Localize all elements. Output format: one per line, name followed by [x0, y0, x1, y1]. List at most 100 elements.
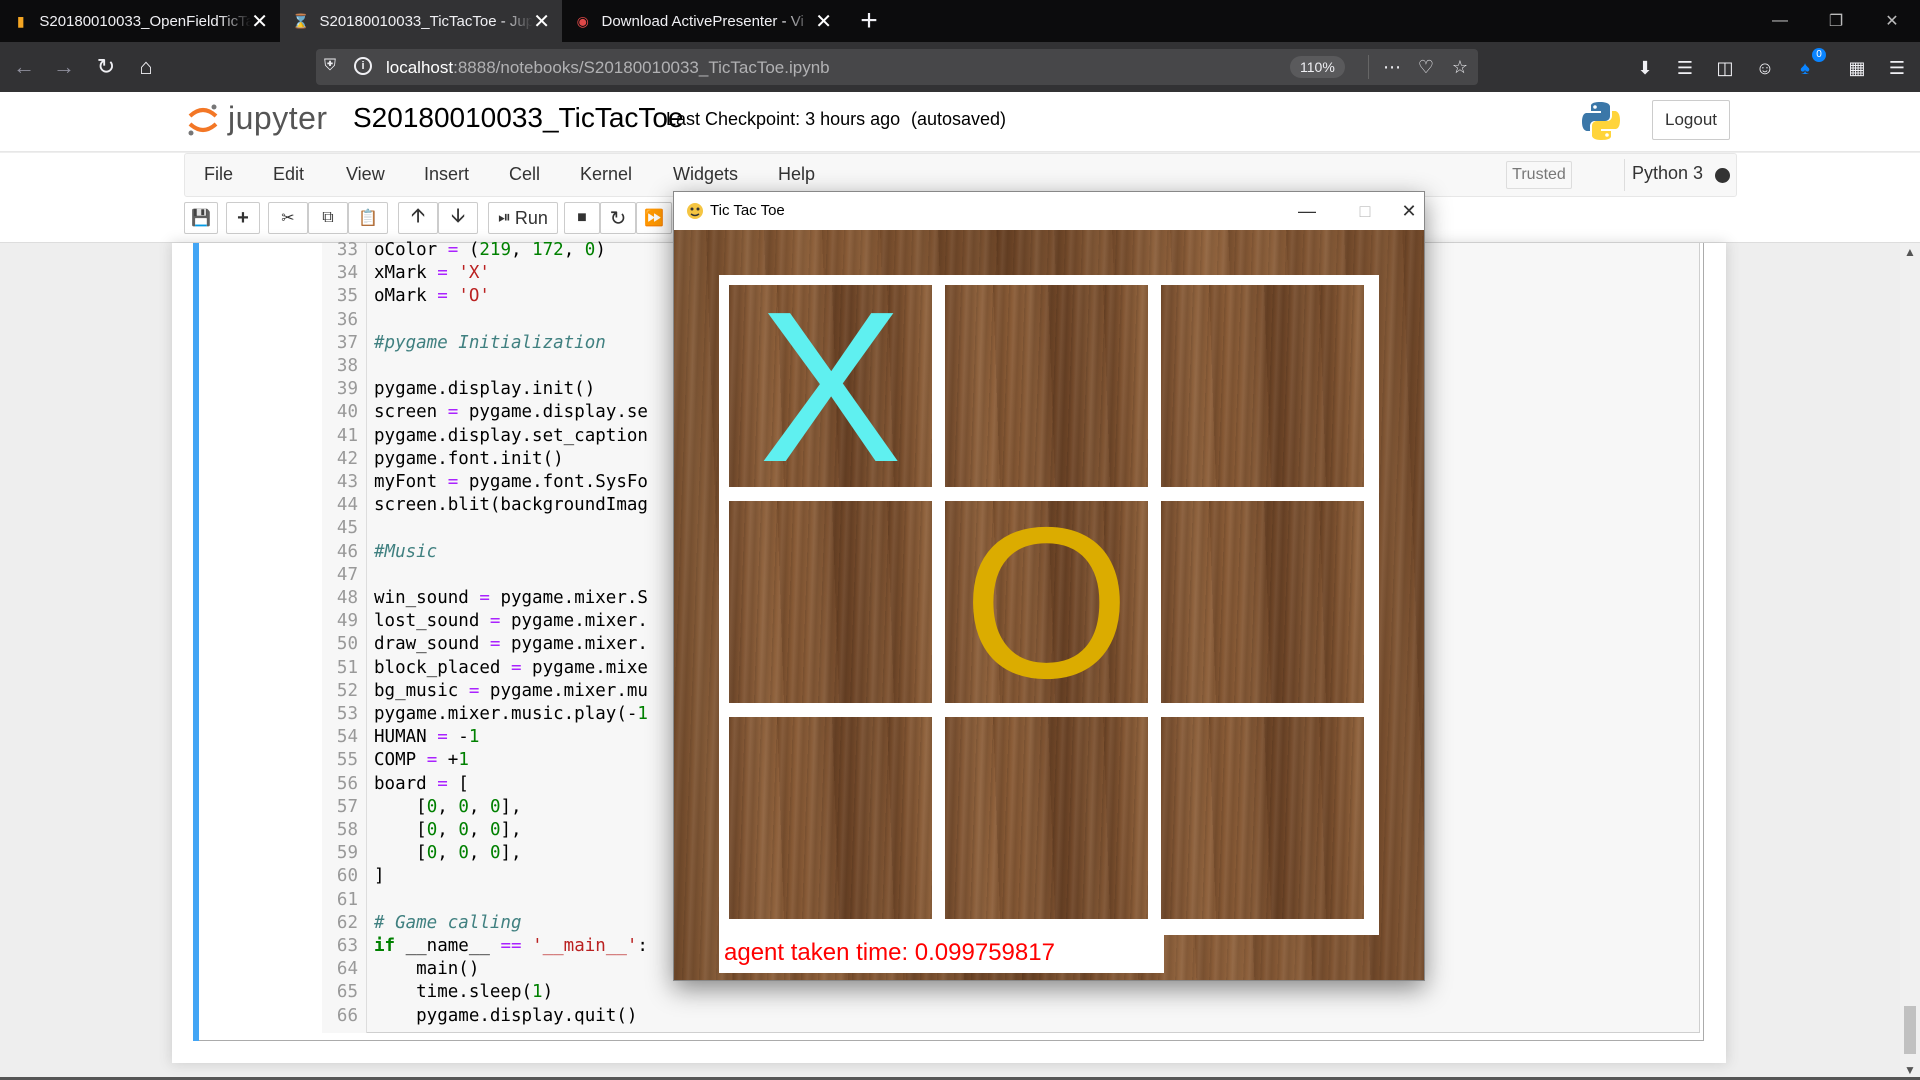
maximize-icon[interactable]: □ [1350, 196, 1380, 226]
jupyter-logo[interactable]: jupyter [186, 100, 328, 137]
code-line[interactable]: COMP = +1 [374, 749, 469, 772]
code-line[interactable]: oMark = 'O' [374, 285, 490, 308]
url-text[interactable]: localhost:8888/notebooks/S20180010033_Ti… [386, 58, 830, 78]
save-button[interactable]: 💾 [184, 202, 218, 234]
zoom-level-badge[interactable]: 110% [1290, 56, 1345, 78]
tab-openfield[interactable]: ▮ S20180010033_OpenFieldTicTacToe ✕ [0, 0, 280, 42]
menu-view[interactable]: View [346, 164, 385, 185]
menu-file[interactable]: File [204, 164, 233, 185]
trusted-indicator[interactable]: Trusted [1506, 161, 1572, 189]
page-actions-icon[interactable]: ⋯ [1380, 55, 1404, 79]
code-line[interactable]: pygame.display.set_caption [374, 425, 648, 448]
code-line[interactable]: myFont = pygame.font.SysFo [374, 471, 648, 494]
board-cell-7[interactable] [945, 717, 1148, 919]
close-tab-icon[interactable]: ✕ [251, 9, 268, 34]
code-line[interactable]: pygame.display.init() [374, 378, 595, 401]
home-icon[interactable]: ⌂ [130, 51, 162, 83]
paste-button[interactable]: 📋 [348, 202, 388, 234]
code-line[interactable]: if __name__ == '__main__': [374, 935, 648, 958]
menu-hamburger-icon[interactable]: ☰ [1884, 55, 1910, 81]
board-cell-6[interactable] [729, 717, 932, 919]
code-line[interactable]: [0, 0, 0], [374, 842, 521, 865]
code-line[interactable]: #pygame Initialization [374, 332, 606, 355]
sidebar-icon[interactable]: ◫ [1712, 55, 1738, 81]
code-line[interactable]: oColor = (219, 172, 0) [374, 239, 606, 262]
code-line[interactable]: ] [374, 865, 385, 888]
site-info-icon[interactable]: i [354, 57, 372, 75]
menu-insert[interactable]: Insert [424, 164, 469, 185]
code-line[interactable]: pygame.mixer.music.play(-1 [374, 703, 648, 726]
copy-button[interactable]: ⧉ [308, 202, 348, 234]
menu-cell[interactable]: Cell [509, 164, 540, 185]
board-cell-1[interactable] [945, 285, 1148, 487]
tab-tictactoe[interactable]: ⌛ S20180010033_TicTacToe - Jupyter Noteb… [280, 0, 562, 42]
restart-run-all-button[interactable]: ⏩ [636, 202, 672, 234]
scroll-up-icon[interactable]: ▲ [1900, 245, 1920, 259]
reload-icon[interactable]: ↻ [90, 51, 122, 83]
code-line[interactable]: lost_sound = pygame.mixer. [374, 610, 648, 633]
shield-icon[interactable]: ⛨ [324, 57, 342, 77]
scrollbar-thumb[interactable] [1904, 1006, 1916, 1054]
code-line[interactable]: [0, 0, 0], [374, 819, 521, 842]
extensions-puzzle-icon[interactable]: ▦ [1844, 55, 1870, 81]
move-down-button[interactable]: 🡫 [438, 202, 478, 234]
close-tab-icon[interactable]: ✕ [815, 9, 832, 34]
code-line[interactable]: block_placed = pygame.mixe [374, 657, 648, 680]
scroll-down-icon[interactable]: ▼ [1900, 1063, 1920, 1077]
insert-cell-button[interactable]: + [226, 202, 260, 234]
board-cell-5[interactable] [1161, 501, 1364, 703]
code-line[interactable]: board = [ [374, 773, 469, 796]
board-cell-2[interactable] [1161, 285, 1364, 487]
address-bar[interactable]: ⛨ i localhost:8888/notebooks/S2018001003… [316, 49, 1478, 85]
new-tab-button[interactable]: + [852, 4, 886, 38]
minimize-icon[interactable]: — [1292, 196, 1322, 226]
logout-button[interactable]: Logout [1652, 100, 1730, 140]
agent-time-status: agent taken time: 0.099759817 [719, 935, 1164, 973]
code-line[interactable]: [0, 0, 0], [374, 796, 521, 819]
code-line[interactable]: main() [374, 958, 479, 981]
code-line[interactable]: screen = pygame.display.se [374, 401, 648, 424]
code-line[interactable]: pygame.font.init() [374, 448, 564, 471]
board-cell-4[interactable]: O [945, 495, 1148, 710]
code-line[interactable]: time.sleep(1) [374, 981, 553, 1004]
code-line[interactable]: pygame.display.quit() [374, 1005, 637, 1028]
code-line[interactable]: # Game calling [374, 912, 522, 935]
minimize-window-button[interactable]: — [1752, 0, 1808, 42]
bookmark-star-icon[interactable]: ☆ [1448, 55, 1472, 79]
tictactoe-window[interactable]: Tic Tac Toe — □ ✕ X O agent taken time: … [673, 191, 1425, 981]
menu-widgets[interactable]: Widgets [673, 164, 738, 185]
kernel-name[interactable]: Python 3 [1632, 163, 1703, 184]
download-icon[interactable]: ⬇ [1632, 55, 1658, 81]
back-icon[interactable]: ← [8, 51, 40, 83]
restore-window-button[interactable]: ❐ [1808, 0, 1864, 42]
forward-icon[interactable]: → [48, 51, 80, 83]
menu-edit[interactable]: Edit [273, 164, 304, 185]
menu-help[interactable]: Help [778, 164, 815, 185]
interrupt-button[interactable]: ■ [564, 202, 600, 234]
pocket-icon[interactable]: ♡ [1414, 55, 1438, 79]
code-line[interactable]: screen.blit(backgroundImag [374, 494, 648, 517]
code-line[interactable]: win_sound = pygame.mixer.S [374, 587, 648, 610]
menu-kernel[interactable]: Kernel [580, 164, 632, 185]
tab-activepresenter[interactable]: ◉ Download ActivePresenter - Vi ✕ [562, 0, 844, 42]
window-title-bar[interactable]: Tic Tac Toe — □ ✕ [674, 192, 1424, 230]
close-window-button[interactable]: ✕ [1864, 0, 1920, 42]
notebook-name[interactable]: S20180010033_TicTacToe [353, 102, 684, 134]
code-line[interactable]: #Music [374, 541, 437, 564]
board-cell-8[interactable] [1161, 717, 1364, 919]
code-line[interactable]: xMark = 'X' [374, 262, 490, 285]
library-icon[interactable]: ☰ [1672, 55, 1698, 81]
board-cell-0[interactable]: X [729, 279, 932, 494]
page-scrollbar[interactable]: ▲ ▼ [1900, 243, 1920, 1080]
account-icon[interactable]: ☺ [1752, 55, 1778, 81]
code-line[interactable]: draw_sound = pygame.mixer. [374, 633, 648, 656]
close-tab-icon[interactable]: ✕ [533, 9, 550, 34]
code-line[interactable]: HUMAN = -1 [374, 726, 479, 749]
restart-button[interactable]: ↻ [600, 202, 636, 234]
close-icon[interactable]: ✕ [1394, 196, 1424, 226]
move-up-button[interactable]: 🡩 [398, 202, 438, 234]
board-cell-3[interactable] [729, 501, 932, 703]
code-line[interactable]: bg_music = pygame.mixer.mu [374, 680, 648, 703]
cut-button[interactable]: ✂ [268, 202, 308, 234]
run-button[interactable]: ⏯ Run [488, 202, 558, 234]
